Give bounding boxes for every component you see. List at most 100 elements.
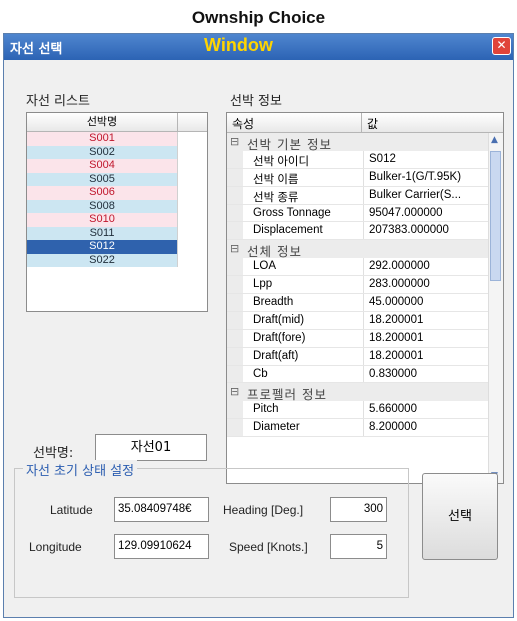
property-value: 207383.000000 (369, 224, 449, 237)
property-key: Cb (253, 367, 268, 380)
property-value: 45.000000 (369, 296, 424, 309)
property-row[interactable]: Draft(fore) 18.200001 (227, 329, 503, 348)
ship-list-item[interactable]: S004 (27, 159, 178, 173)
property-value: Bulker-1(G/T.95K) (369, 170, 462, 183)
property-row[interactable]: Diameter 8.200000 (227, 419, 503, 438)
property-row[interactable]: 선박 이름 Bulker-1(G/T.95K) (227, 168, 503, 187)
property-value: 283.000000 (369, 278, 430, 291)
init-state-title: 자선 초기 상태 설정 (23, 460, 138, 479)
property-row-margin (227, 150, 243, 168)
property-row[interactable]: Pitch 5.660000 (227, 401, 503, 420)
property-row[interactable]: Breadth 45.000000 (227, 294, 503, 312)
property-value: 18.200001 (369, 313, 424, 326)
ship-list-item[interactable]: S008 (27, 199, 178, 213)
scrollbar-thumb[interactable] (490, 151, 501, 281)
close-button[interactable]: ✕ (492, 37, 511, 55)
property-key: LOA (253, 260, 277, 273)
property-key: Diameter (253, 421, 300, 434)
ship-info-label: 선박 정보 (230, 94, 282, 109)
property-row-margin (227, 419, 243, 437)
property-value: Bulker Carrier(S... (369, 188, 462, 201)
speed-input[interactable]: 5 (330, 534, 387, 559)
figure-caption-line1: Ownship Choice (191, 8, 326, 27)
heading-label: Heading [Deg.] (223, 503, 304, 517)
property-row-margin (227, 186, 243, 204)
ship-list-header[interactable]: 선박명 (27, 113, 207, 132)
property-row-margin (227, 329, 243, 347)
property-key: Gross Tonnage (253, 206, 331, 219)
attr-column-header: 속성 (232, 117, 255, 131)
property-key: Draft(mid) (253, 313, 305, 326)
property-row-margin (227, 222, 243, 240)
collapse-icon[interactable]: ⊟ (230, 242, 239, 255)
ship-list-column-header[interactable]: 선박명 (27, 113, 178, 131)
ship-list-item[interactable]: S002 (27, 145, 178, 159)
property-row-margin (227, 294, 243, 311)
longitude-input[interactable]: 129.09910624 (114, 534, 209, 559)
property-row[interactable]: Draft(mid) 18.200001 (227, 311, 503, 330)
property-value: S012 (369, 152, 396, 165)
property-row-margin (227, 168, 243, 186)
ship-list[interactable]: 선박명 S001 S002 S004 S005 S006 S008 S010 S011 S012… (26, 112, 208, 312)
window-title: 자선 선택 (10, 42, 63, 57)
init-state-group (14, 468, 409, 598)
property-row[interactable]: Cb 0.830000 (227, 365, 503, 384)
heading-input[interactable]: 300 (330, 497, 387, 522)
property-value: 18.200001 (369, 331, 424, 344)
property-key: Lpp (253, 278, 273, 291)
property-key: Displacement (253, 224, 323, 237)
property-row-margin (227, 276, 243, 294)
property-row[interactable]: Displacement 207383.000000 (227, 222, 503, 241)
select-button[interactable]: 선택 (422, 473, 498, 560)
property-key: 선박 이름 (253, 173, 299, 186)
property-category[interactable]: ⊟ 선박 기본 정보 (227, 133, 503, 152)
property-row-margin (227, 347, 243, 365)
property-key: Draft(fore) (253, 331, 306, 344)
property-row-margin (227, 311, 243, 329)
ship-list-label: 자선 리스트 (26, 94, 90, 109)
title-bar[interactable]: 자선 선택 Window ✕ (4, 34, 513, 60)
property-row[interactable]: Lpp 283.000000 (227, 276, 503, 295)
property-key: 선박 종류 (253, 191, 299, 204)
property-category[interactable]: ⊟ 선체 정보 (227, 240, 503, 259)
scroll-up-icon[interactable]: ▲ (491, 135, 498, 145)
property-row[interactable]: LOA 292.000000 (227, 258, 503, 277)
ship-list-item[interactable]: S011 (27, 226, 178, 240)
collapse-icon[interactable]: ⊟ (230, 385, 239, 398)
property-row[interactable]: Draft(aft) 18.200001 (227, 347, 503, 366)
property-category[interactable]: ⊟ 프로펠러 정보 (227, 383, 503, 402)
ship-list-item[interactable]: S006 (27, 186, 178, 200)
property-key: Breadth (253, 296, 294, 309)
collapse-icon[interactable]: ⊟ (230, 135, 239, 148)
ship-name-field[interactable]: 자선01 (95, 434, 207, 461)
speed-label: Speed [Knots.] (229, 540, 308, 554)
property-row[interactable]: 선박 종류 Bulker Carrier(S... (227, 186, 503, 205)
property-row-margin (227, 204, 243, 222)
ship-list-item[interactable]: S010 (27, 213, 178, 227)
ship-list-item[interactable]: S005 (27, 172, 178, 186)
property-value: 8.200000 (369, 421, 417, 434)
longitude-label: Longitude (29, 540, 82, 554)
property-grid-scrollbar[interactable]: ▲ ▼ (488, 133, 503, 483)
property-value: 5.660000 (369, 403, 417, 416)
latitude-input[interactable]: 35.08409748€ (114, 497, 209, 522)
property-row[interactable]: 선박 아이디 S012 (227, 150, 503, 169)
property-value: 95047.000000 (369, 206, 443, 219)
value-column-header: 값 (367, 117, 379, 131)
property-value: 0.830000 (369, 367, 417, 380)
ship-list-item[interactable]: S001 (27, 132, 178, 146)
property-row-margin (227, 365, 243, 383)
ship-list-item[interactable]: S022 (27, 253, 178, 267)
ship-property-grid[interactable]: 속성 값 ⊟ 선박 기본 정보 선박 아이디 S012 선박 이름 Bulker-1(G/… (226, 112, 504, 484)
property-row-margin (227, 401, 243, 419)
ownship-choice-window: 자선 선택 Window ✕ 자선 리스트 선박 정보 선박명 S001 S002… (3, 33, 514, 618)
property-row[interactable]: Gross Tonnage 95047.000000 (227, 204, 503, 223)
ship-list-item[interactable]: S012 (27, 240, 178, 254)
property-value: 292.000000 (369, 260, 430, 273)
property-row-margin (227, 258, 243, 276)
property-value: 18.200001 (369, 349, 424, 362)
ship-name-label: 선박명: (33, 446, 74, 461)
latitude-label: Latitude (50, 503, 93, 517)
property-grid-header: 속성 값 (227, 113, 503, 133)
property-key: Draft(aft) (253, 349, 299, 362)
